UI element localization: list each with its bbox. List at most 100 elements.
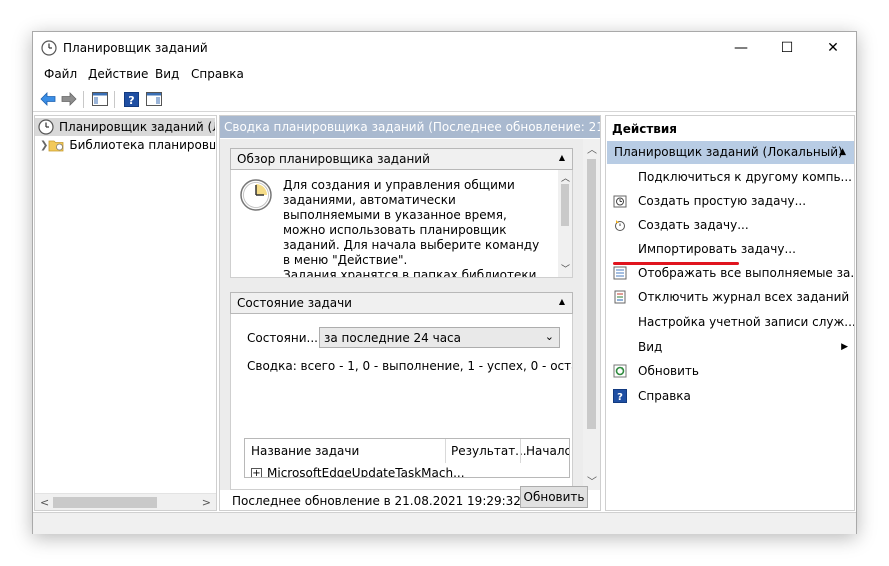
scroll-right-icon[interactable]: > [202, 496, 211, 509]
scroll-up-icon[interactable]: ︿ [561, 171, 570, 184]
action-connect-computer[interactable]: Подключиться к другому компь... [606, 166, 854, 188]
show-hide-tree-button[interactable] [91, 90, 109, 108]
tree-item-root[interactable]: Планировщик заданий (Локальный) [35, 118, 215, 136]
status-period-select[interactable]: за последние 24 часа ⌄ [319, 327, 560, 348]
task-scheduler-window: Планировщик заданий — ☐ ✕ Файл Действие … [32, 31, 857, 534]
collapse-up-icon[interactable]: ▲ [559, 153, 565, 162]
table-row[interactable]: + MicrosoftEdgeUpdateTaskMach... [251, 466, 465, 478]
clock-icon [41, 40, 57, 56]
task-name-cell: MicrosoftEdgeUpdateTaskMach... [267, 466, 465, 478]
summary-footer: Последнее обновление в 21.08.2021 19:29:… [220, 486, 600, 510]
chevron-right-icon[interactable]: ❯ [40, 140, 48, 151]
back-arrow-icon [40, 92, 56, 106]
title-bar[interactable]: Планировщик заданий — ☐ ✕ [33, 32, 856, 63]
actions-group-title: Планировщик заданий (Локальный) [614, 145, 843, 159]
menu-view[interactable]: Вид [155, 67, 179, 81]
menu-action[interactable]: Действие [88, 67, 148, 81]
column-divider[interactable] [520, 439, 521, 463]
close-icon: ✕ [827, 39, 839, 56]
action-disable-history[interactable]: Отключить журнал всех заданий [606, 286, 854, 308]
toolbar-separator [83, 91, 84, 108]
running-tasks-icon [612, 265, 628, 281]
action-pane-button[interactable] [145, 90, 163, 108]
summary-scrollbar[interactable]: ︿ ﹀ [583, 139, 600, 490]
action-label: Вид [638, 340, 663, 354]
action-label: Создать задачу... [638, 218, 749, 232]
action-service-account[interactable]: Настройка учетной записи служ... [606, 311, 854, 333]
forward-arrow-icon [61, 92, 77, 106]
simple-task-icon [612, 193, 628, 209]
action-label: Отключить журнал всех заданий [638, 290, 850, 304]
folder-icon [48, 140, 64, 152]
scroll-up-icon[interactable]: ︿ [587, 141, 597, 156]
menu-file[interactable]: Файл [44, 67, 77, 81]
menu-help[interactable]: Справка [191, 67, 244, 81]
overview-scrollbar[interactable]: ︿ ﹀ [558, 170, 572, 277]
actions-group-header[interactable]: Планировщик заданий (Локальный) ▲ [607, 141, 854, 164]
collapse-up-icon[interactable]: ▲ [559, 297, 565, 306]
close-button[interactable]: ✕ [810, 32, 856, 63]
action-label: Отображать все выполняемые за... [638, 266, 854, 280]
scroll-down-icon[interactable]: ﹀ [587, 473, 597, 488]
action-help[interactable]: ? Справка [606, 385, 854, 407]
action-view-submenu[interactable]: Вид ▶ [606, 336, 854, 358]
svg-text:?: ? [617, 392, 623, 403]
column-header-result[interactable]: Результат... [451, 444, 527, 458]
show-hide-tree-icon [92, 92, 108, 106]
status-period-value: за последние 24 часа [324, 331, 462, 345]
expand-plus-icon[interactable]: + [251, 467, 262, 477]
scroll-down-icon[interactable]: ﹀ [561, 262, 570, 275]
toolbar-separator [114, 91, 115, 108]
action-create-basic-task[interactable]: Создать простую задачу... [606, 190, 854, 212]
action-pane-icon [146, 92, 162, 106]
overview-section-header[interactable]: Обзор планировщика заданий ▲ [230, 148, 573, 170]
svg-text:?: ? [128, 94, 134, 107]
maximize-icon: ☐ [780, 39, 794, 56]
refresh-icon [612, 363, 628, 379]
scroll-left-icon[interactable]: < [40, 496, 49, 509]
column-header-start[interactable]: Начало [526, 444, 569, 458]
status-section-body: Состояни... за последние 24 часа ⌄ Сводк… [230, 314, 573, 490]
clock-icon [38, 119, 54, 135]
action-label: Обновить [638, 364, 699, 378]
tree-item-label: Планировщик заданий (Локальный) [59, 120, 215, 134]
column-header-task-name[interactable]: Название задачи [251, 444, 359, 458]
status-section-title: Состояние задачи [237, 296, 352, 310]
task-status-table: Название задачи Результат... Начало + Mi… [244, 438, 570, 478]
maximize-button[interactable]: ☐ [764, 32, 810, 63]
scroll-thumb[interactable] [53, 497, 157, 508]
tree-item-library[interactable]: ❯ Библиотека планировщика заданий [35, 136, 215, 154]
status-bar [33, 512, 856, 534]
last-update-text: Последнее обновление в 21.08.2021 19:29:… [232, 494, 521, 508]
collapse-up-icon[interactable]: ▲ [839, 147, 846, 157]
status-summary: Сводка: всего - 1, 0 - выполнение, 1 - у… [247, 359, 572, 373]
action-import-task[interactable]: Импортировать задачу... [606, 238, 854, 260]
action-label: Подключиться к другому компь... [638, 170, 852, 184]
window-title: Планировщик заданий [63, 41, 208, 55]
back-button[interactable] [39, 90, 57, 108]
overview-text-continued: Задания хранятся в папках библиотеки [283, 268, 537, 278]
scroll-thumb[interactable] [561, 184, 569, 226]
help-button[interactable]: ? [122, 90, 140, 108]
forward-button[interactable] [60, 90, 78, 108]
help-icon: ? [123, 91, 139, 107]
summary-content: Обзор планировщика заданий ▲ Для создани… [220, 139, 584, 490]
action-label: Создать простую задачу... [638, 194, 807, 208]
horizontal-scrollbar[interactable]: < > [35, 493, 216, 510]
refresh-button[interactable]: Обновить [520, 486, 588, 508]
action-create-task[interactable]: Создать задачу... [606, 214, 854, 236]
action-display-running-tasks[interactable]: Отображать все выполняемые за... [606, 262, 854, 284]
scroll-thumb[interactable] [587, 159, 596, 429]
tree-item-label: Библиотека планировщика заданий [69, 138, 215, 152]
chevron-down-icon: ⌄ [544, 330, 554, 343]
column-divider[interactable] [445, 439, 446, 463]
action-label: Импортировать задачу... [638, 242, 796, 256]
action-refresh[interactable]: Обновить [606, 360, 854, 382]
create-task-icon [612, 217, 628, 233]
menu-bar: Файл Действие Вид Справка [33, 63, 856, 85]
minimize-button[interactable]: — [718, 32, 764, 63]
action-label: Справка [638, 389, 691, 403]
scheduler-clock-icon [240, 179, 272, 211]
summary-header: Сводка планировщика заданий (Последнее о… [220, 116, 600, 138]
status-section-header[interactable]: Состояние задачи ▲ [230, 292, 573, 314]
